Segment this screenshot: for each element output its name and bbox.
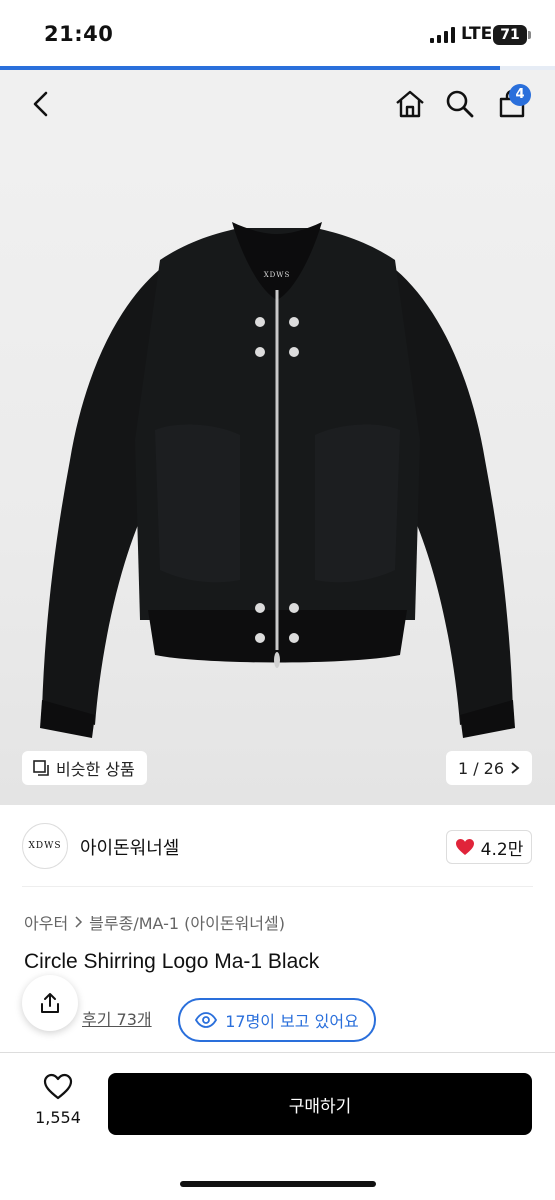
heart-outline-icon: [43, 1073, 73, 1100]
brand-logo[interactable]: XDWS: [22, 823, 68, 869]
product-image[interactable]: XDWS 비슷한 상품 1 / 26: [0, 140, 555, 805]
review-link[interactable]: 후기 73개: [82, 1006, 152, 1030]
image-counter[interactable]: 1 / 26: [446, 751, 532, 785]
brand-row[interactable]: XDWS 아이돈워너셀 4.2만: [0, 805, 555, 887]
share-icon: [41, 993, 59, 1013]
similar-products-label: 비슷한 상품: [56, 760, 135, 779]
network-label: LTE: [461, 24, 493, 44]
battery-icon: 71: [493, 25, 531, 45]
top-nav: [0, 70, 555, 140]
viewers-badge: 17명이 보고 있어요: [178, 998, 376, 1042]
search-icon[interactable]: [444, 88, 476, 120]
divider: [22, 886, 533, 887]
home-indicator: [180, 1181, 376, 1187]
breadcrumb-level2[interactable]: 블루종/MA-1 (아이돈워너셀): [89, 910, 285, 934]
breadcrumb-level1[interactable]: 아우터: [24, 910, 68, 934]
home-icon[interactable]: [394, 88, 426, 120]
signal-icon: [430, 26, 455, 43]
viewers-label: 17명이 보고 있어요: [225, 1012, 359, 1031]
brand-like-button[interactable]: 4.2만: [446, 830, 532, 864]
copy-icon: [33, 760, 49, 776]
status-time: 21:40: [44, 22, 114, 46]
heart-icon: [455, 839, 474, 855]
wishlist-button[interactable]: 1,554: [30, 1073, 86, 1127]
brand-name[interactable]: 아이돈워너셀: [80, 834, 179, 860]
cart-count-badge: 4: [509, 84, 531, 106]
status-bar: 21:40 LTE 71: [0, 0, 555, 66]
bottom-action-bar: 1,554 구매하기: [0, 1052, 555, 1200]
similar-products-button[interactable]: 비슷한 상품: [22, 751, 147, 785]
share-button[interactable]: [22, 975, 78, 1031]
chevron-right-icon: [75, 916, 83, 928]
back-icon[interactable]: [26, 88, 58, 120]
eye-icon: [195, 1012, 218, 1028]
product-title: Circle Shirring Logo Ma-1 Black: [24, 950, 320, 973]
breadcrumb: 아우터 블루종/MA-1 (아이돈워너셀): [24, 910, 285, 934]
image-counter-label: 1 / 26: [457, 758, 505, 778]
collar-brand-label: XDWS: [264, 271, 291, 279]
buy-button[interactable]: 구매하기: [108, 1073, 532, 1135]
wishlist-count: 1,554: [35, 1108, 81, 1127]
chevron-right-icon: [511, 762, 520, 774]
brand-like-count: 4.2만: [480, 839, 524, 860]
jacket-image: XDWS: [40, 222, 515, 738]
